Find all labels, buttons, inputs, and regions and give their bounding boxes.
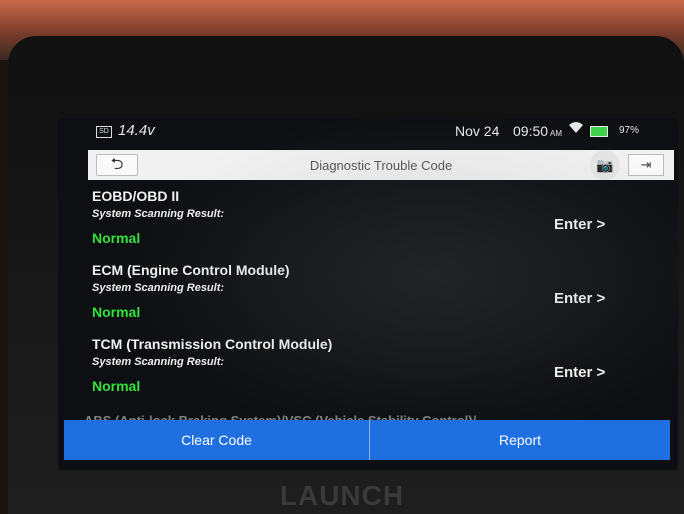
- list-item-eobd[interactable]: EOBD/OBD II System Scanning Result: Norm…: [58, 188, 678, 262]
- exit-button[interactable]: ⇥: [628, 154, 664, 176]
- action-bar: Clear Code Report: [64, 420, 670, 460]
- status-time: 09:50 AM: [513, 123, 562, 139]
- scan-status: Normal: [92, 230, 141, 246]
- scan-result-label: System Scanning Result:: [92, 356, 225, 368]
- wifi-icon: [568, 120, 584, 137]
- enter-button[interactable]: Enter >: [554, 290, 605, 307]
- battery-icon: [590, 126, 608, 137]
- camera-icon: 📷: [596, 157, 614, 173]
- system-name: TCM (Transmission Control Module): [92, 336, 333, 352]
- enter-button[interactable]: Enter >: [554, 216, 605, 233]
- time-ampm: AM: [550, 129, 563, 138]
- scan-status: Normal: [92, 378, 141, 394]
- time-value: 09:50: [513, 123, 549, 139]
- report-button[interactable]: Report: [370, 420, 670, 460]
- list-item-ecm[interactable]: ECM (Engine Control Module) System Scann…: [58, 262, 678, 336]
- title-bar: ⮌ Diagnostic Trouble Code 📷 ⇥: [88, 150, 674, 180]
- scan-result-label: System Scanning Result:: [92, 282, 225, 294]
- page-title: Diagnostic Trouble Code: [309, 158, 453, 173]
- battery-percent: 97%: [619, 125, 640, 136]
- screenshot-button[interactable]: 📷: [590, 150, 620, 180]
- voltage-readout: 14.4v: [118, 122, 155, 139]
- exit-icon: ⇥: [640, 157, 652, 172]
- sd-card-icon: SD: [96, 126, 112, 138]
- system-name: ECM (Engine Control Module): [92, 262, 290, 278]
- enter-button[interactable]: Enter >: [554, 364, 605, 381]
- scan-result-label: System Scanning Result:: [92, 208, 225, 220]
- list-item-tcm[interactable]: TCM (Transmission Control Module) System…: [58, 336, 678, 410]
- brand-logo: LAUNCH: [279, 480, 405, 511]
- clear-code-button[interactable]: Clear Code: [64, 420, 370, 460]
- status-bar: SD 14.4v Nov 24 09:50 AM 97%: [58, 118, 678, 144]
- status-date: Nov 24: [455, 123, 500, 139]
- system-name: EOBD/OBD II: [92, 188, 180, 204]
- device-screen: SD 14.4v Nov 24 09:50 AM 97% ⮌ Diagnostic…: [58, 118, 678, 470]
- scan-status: Normal: [92, 304, 141, 320]
